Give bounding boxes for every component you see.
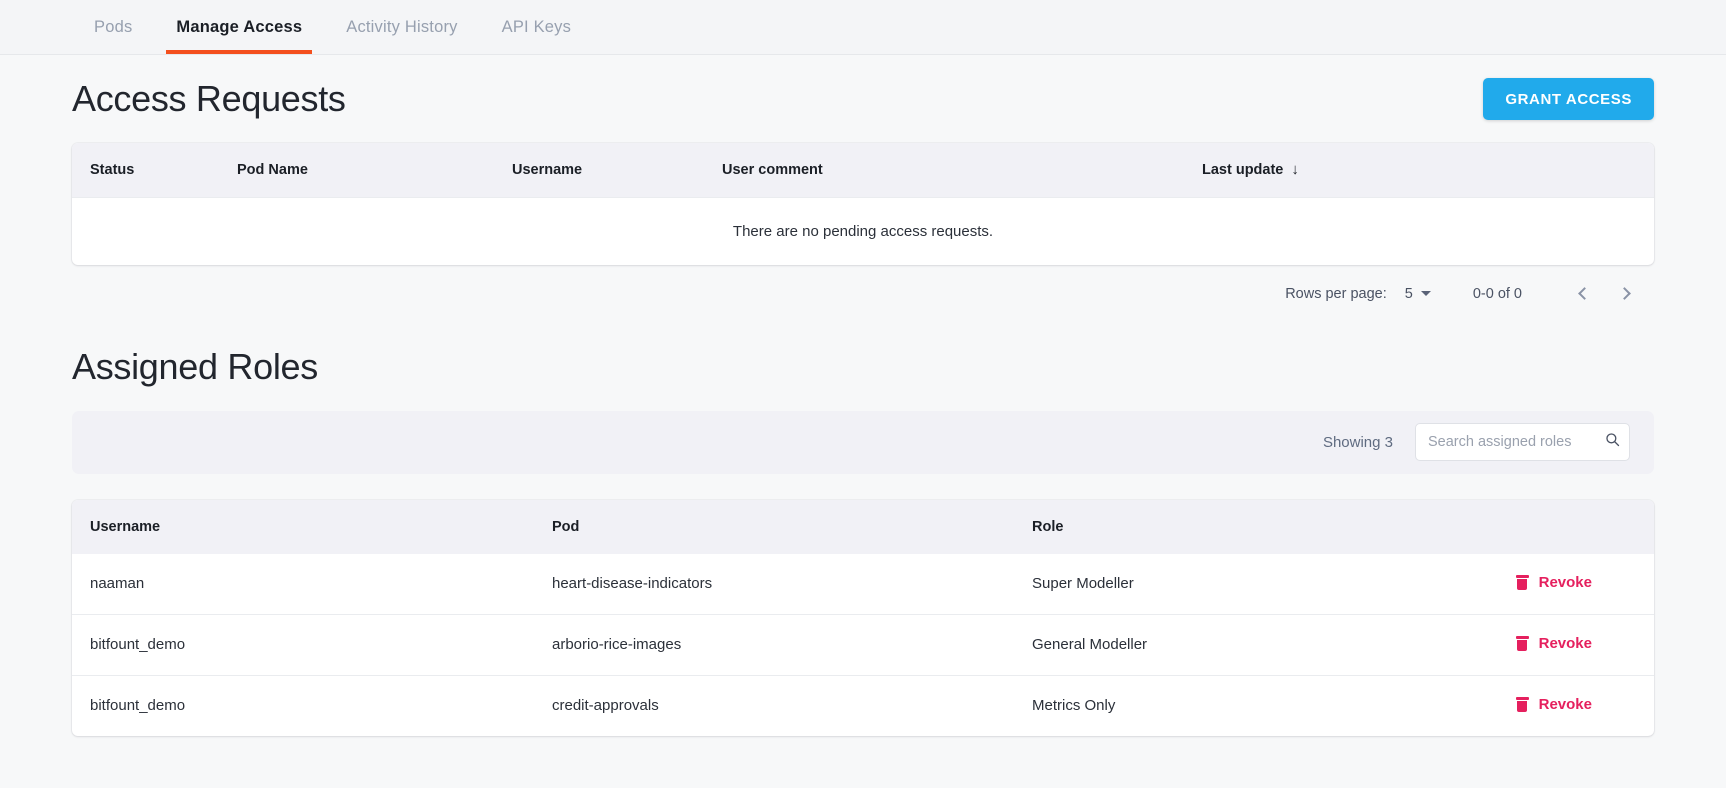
column-header-pod-name[interactable]: Pod Name xyxy=(237,143,512,197)
access-requests-table-card: Status Pod Name Username User comment La… xyxy=(72,143,1654,265)
table-row: bitfount_demo credit-approvals Metrics O… xyxy=(72,674,1654,736)
table-header: Status Pod Name Username User comment La… xyxy=(72,143,1654,197)
cell-role: General Modeller xyxy=(1032,613,1394,675)
cell-pod: arborio-rice-images xyxy=(552,613,1032,675)
column-header-username[interactable]: Username xyxy=(72,499,552,554)
next-page-button[interactable] xyxy=(1604,274,1644,314)
assigned-roles-toolbar: Showing 3 xyxy=(72,410,1654,474)
table-body: There are no pending access requests. xyxy=(72,196,1654,265)
tab-activity-history[interactable]: Activity History xyxy=(324,0,479,54)
tab-bar: Pods Manage Access Activity History API … xyxy=(0,0,1726,55)
empty-state-row: There are no pending access requests. xyxy=(72,196,1654,265)
cell-role: Super Modeller xyxy=(1032,575,1134,592)
table-row: bitfount_demo arborio-rice-images Genera… xyxy=(72,613,1654,675)
column-header-user-comment[interactable]: User comment xyxy=(722,143,1202,197)
tab-api-keys[interactable]: API Keys xyxy=(480,0,593,54)
revoke-label: Revoke xyxy=(1538,695,1592,713)
table-header-row: Username Pod Role xyxy=(72,499,1654,554)
trash-icon xyxy=(1515,696,1529,712)
cell-username: bitfount_demo xyxy=(72,613,552,675)
tab-label: Activity History xyxy=(346,17,458,36)
assigned-roles-table-card: Username Pod Role naaman heart-disease-i… xyxy=(72,499,1654,736)
chevron-right-icon xyxy=(1617,287,1631,300)
tab-label: API Keys xyxy=(501,17,572,36)
rows-per-page-label: Rows per page: xyxy=(1285,285,1387,302)
search-assigned-roles xyxy=(1415,423,1630,461)
grant-access-button[interactable]: GRANT ACCESS xyxy=(1483,78,1654,120)
rows-per-page-value: 5 xyxy=(1404,285,1413,302)
revoke-button[interactable]: Revoke xyxy=(1515,695,1592,713)
column-header-pod[interactable]: Pod xyxy=(552,499,1032,554)
previous-page-button[interactable] xyxy=(1564,274,1604,314)
table-header: Username Pod Role xyxy=(72,499,1654,554)
column-header-status[interactable]: Status xyxy=(72,143,237,197)
cell-username: bitfount_demo xyxy=(72,674,552,736)
assigned-roles-title: Assigned Roles xyxy=(72,345,318,387)
cell-role: Metrics Only xyxy=(1032,674,1394,736)
revoke-label: Revoke xyxy=(1538,634,1592,652)
chevron-left-icon xyxy=(1577,287,1591,300)
tab-label: Pods xyxy=(94,17,133,36)
access-requests-table: Status Pod Name Username User comment La… xyxy=(72,143,1654,265)
assigned-roles-table: Username Pod Role naaman heart-disease-i… xyxy=(72,499,1654,736)
cell-pod: heart-disease-indicators xyxy=(552,575,713,592)
cell-username: naaman xyxy=(90,575,145,592)
showing-count: Showing 3 xyxy=(1322,433,1393,451)
page-content: Access Requests GRANT ACCESS Status Pod … xyxy=(0,55,1726,736)
column-header-username[interactable]: Username xyxy=(512,143,722,197)
access-requests-header: Access Requests GRANT ACCESS xyxy=(72,55,1654,143)
pagination-controls: Rows per page: 5 0-0 of 0 xyxy=(72,265,1654,323)
page-title: Access Requests xyxy=(72,78,346,119)
empty-state-message: There are no pending access requests. xyxy=(72,196,1654,265)
cell-actions: Revoke xyxy=(1394,674,1654,736)
tab-manage-access[interactable]: Manage Access xyxy=(154,0,324,54)
chevron-down-icon xyxy=(1420,291,1431,296)
pagination-range: 0-0 of 0 xyxy=(1472,285,1522,302)
assigned-roles-header: Assigned Roles xyxy=(72,323,1654,411)
trash-icon xyxy=(1515,574,1529,590)
trash-icon xyxy=(1515,635,1529,651)
table-header-row: Status Pod Name Username User comment La… xyxy=(72,143,1654,197)
column-header-label: Last update xyxy=(1202,162,1284,179)
search-input[interactable] xyxy=(1415,423,1630,461)
revoke-label: Revoke xyxy=(1538,573,1592,591)
table-body: naaman heart-disease-indicators Super Mo… xyxy=(72,554,1654,736)
tab-label: Manage Access xyxy=(176,17,303,36)
column-header-last-update[interactable]: Last update ↓ xyxy=(1202,143,1654,197)
column-header-role[interactable]: Role xyxy=(1032,499,1394,554)
table-row: naaman heart-disease-indicators Super Mo… xyxy=(72,554,1654,615)
column-header-actions xyxy=(1394,499,1654,554)
tab-pods[interactable]: Pods xyxy=(72,0,154,54)
cell-actions: Revoke xyxy=(1394,554,1654,615)
rows-per-page-select[interactable]: 5 xyxy=(1405,286,1431,302)
cell-pod: credit-approvals xyxy=(552,674,1032,736)
revoke-button[interactable]: Revoke xyxy=(1515,634,1592,652)
sort-descending-icon: ↓ xyxy=(1291,161,1299,179)
revoke-button[interactable]: Revoke xyxy=(1515,573,1592,591)
cell-actions: Revoke xyxy=(1394,613,1654,675)
